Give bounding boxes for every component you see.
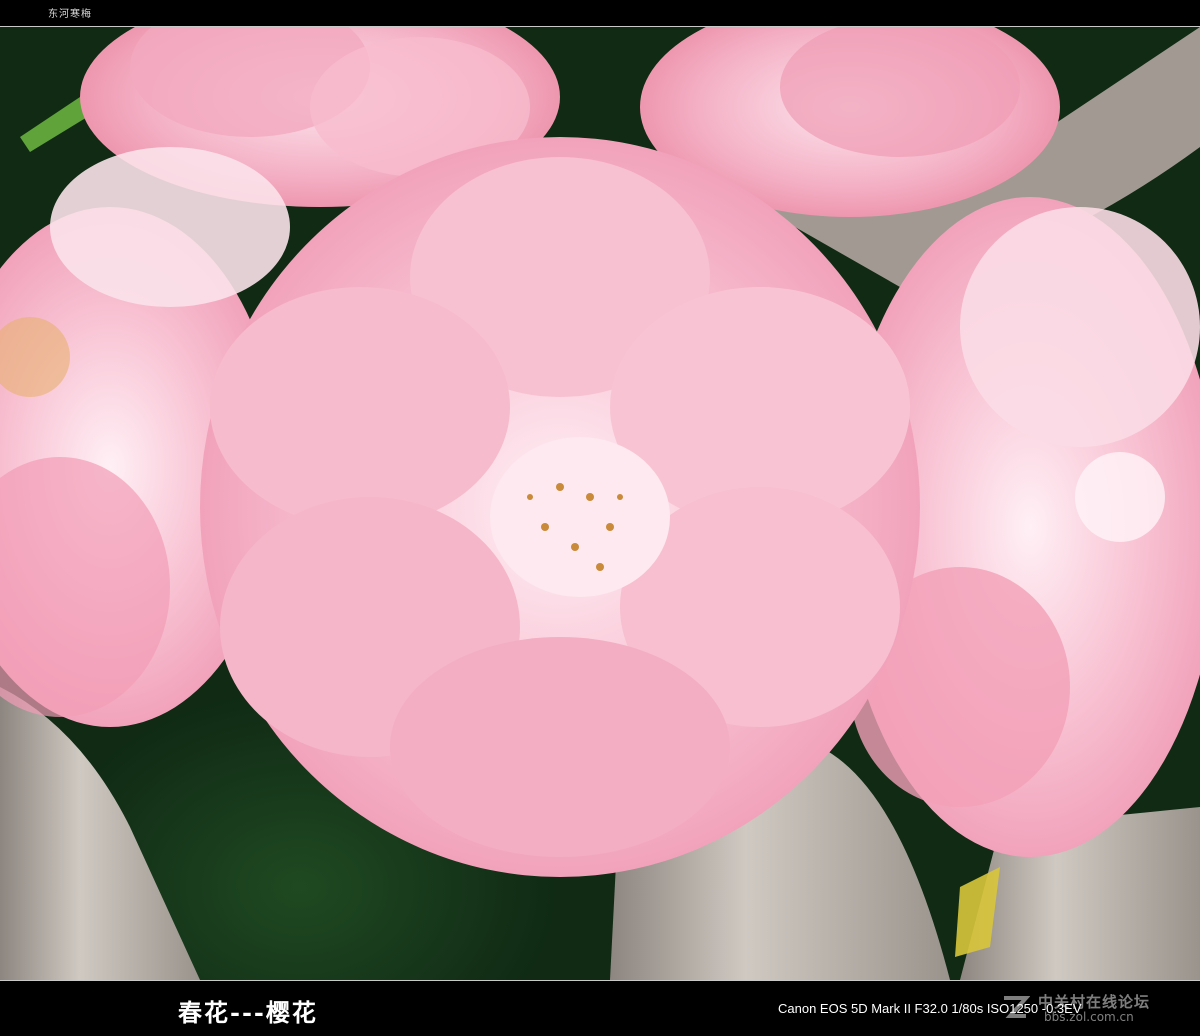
branch-left: [0, 687, 200, 980]
watermark-url: bbs.zol.com.cn: [1044, 1010, 1134, 1024]
zol-logo-icon: [1004, 996, 1030, 1018]
watermark: 中关村在线论坛 bbs.zol.com.cn: [1000, 990, 1190, 1030]
top-bar: 东河寒梅: [0, 0, 1200, 27]
watermark-title: 中关村在线论坛: [1038, 993, 1151, 1011]
cherry-blossom-image: [0, 27, 1200, 980]
photo-caption: 春花---樱花: [178, 998, 318, 1027]
author-label: 东河寒梅: [48, 9, 92, 20]
blossom-center: [200, 137, 920, 877]
photo: [0, 27, 1200, 980]
